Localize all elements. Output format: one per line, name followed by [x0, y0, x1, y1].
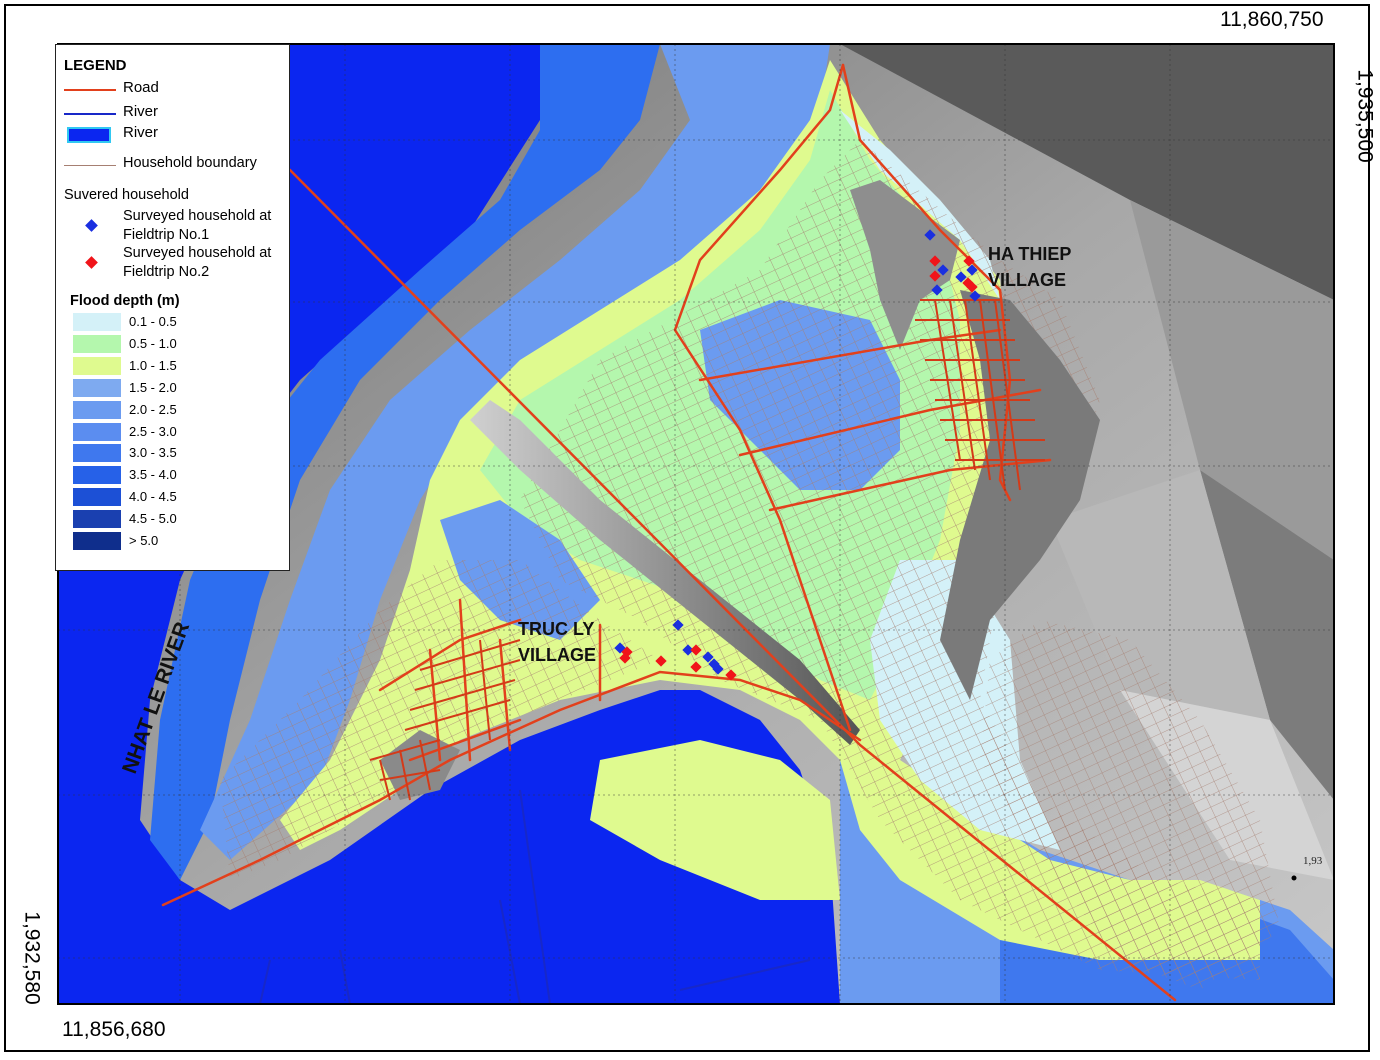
flood-class-row: 4.0 - 4.5 — [73, 488, 283, 507]
flood-class-swatch — [73, 400, 121, 419]
legend-title: LEGEND — [64, 57, 127, 74]
survey-section-title: Suvered household — [64, 187, 189, 203]
fieldtrip1-legend-symbol — [85, 219, 98, 232]
flood-class-row: 4.5 - 5.0 — [73, 510, 283, 529]
legend-river-poly-label: River — [123, 124, 159, 141]
legend-household: Household boundary — [56, 155, 289, 175]
coord-bottom-left: 11,856,680 — [62, 1018, 166, 1041]
legend-road-label: Road — [123, 79, 159, 96]
flood-class-swatch — [73, 356, 121, 375]
fieldtrip2-label-line2: Fieldtrip No.2 — [123, 264, 210, 280]
flood-class-label: 0.1 - 0.5 — [129, 314, 177, 329]
river-line-symbol — [64, 113, 116, 115]
fieldtrip2-label-line1: Surveyed household at — [123, 245, 272, 261]
flood-class-label: 1.0 - 1.5 — [129, 357, 177, 373]
flood-class-row: 0.5 - 1.0 — [73, 334, 283, 354]
coord-left-vertical: 1,932,580 — [20, 911, 44, 1005]
legend-panel: LEGEND Road River River Household bounda… — [55, 44, 290, 571]
flood-class-swatch — [73, 378, 121, 397]
fieldtrip1-label-line1: Surveyed household at — [123, 208, 272, 224]
flood-class-swatch — [73, 488, 121, 507]
flood-class-swatch — [73, 532, 121, 550]
coord-right-vertical: 1,935,500 — [1353, 69, 1377, 163]
flood-class-swatch — [73, 313, 121, 331]
legend-household-label: Household boundary — [123, 155, 257, 171]
flood-class-label: 3.5 - 4.0 — [129, 467, 177, 483]
flood-class-row: 1.5 - 2.0 — [73, 378, 283, 398]
flood-class-swatch — [73, 334, 121, 353]
river-polygon-symbol — [67, 127, 111, 143]
road-line-symbol — [64, 89, 116, 91]
flood-class-row: 1.0 - 1.5 — [73, 356, 283, 376]
flood-class-swatch — [73, 422, 121, 441]
legend-river-line-label: River — [123, 103, 159, 120]
household-line-symbol — [64, 165, 116, 166]
legend-road: Road — [56, 79, 289, 99]
flood-class-row: 0.1 - 0.5 — [73, 313, 283, 332]
flood-class-row: 2.5 - 3.0 — [73, 422, 283, 442]
flood-class-label: 2.5 - 3.0 — [129, 423, 177, 439]
flood-class-swatch — [73, 444, 121, 463]
flood-class-row: 2.0 - 2.5 — [73, 400, 283, 420]
flood-class-label: 3.0 - 3.5 — [129, 445, 177, 461]
flood-class-label: 2.0 - 2.5 — [129, 401, 177, 417]
flood-class-label: > 5.0 — [129, 533, 159, 548]
fieldtrip1-label-line2: Fieldtrip No.1 — [123, 227, 210, 243]
flood-class-label: 4.5 - 5.0 — [129, 511, 177, 527]
flood-class-label: 0.5 - 1.0 — [129, 335, 177, 351]
fieldtrip2-legend-symbol — [85, 256, 98, 269]
flood-map-page: HA THIEP VILLAGE TRUC LY VILLAGE NHAT LE… — [0, 0, 1380, 1060]
flood-depth-title: Flood depth (m) — [70, 293, 180, 309]
legend-river-line: River — [56, 103, 289, 123]
flood-class-swatch — [73, 510, 121, 529]
legend-river-poly: River — [56, 124, 289, 144]
flood-class-label: 1.5 - 2.0 — [129, 379, 177, 395]
coord-top-right: 11,860,750 — [1220, 8, 1324, 31]
flood-class-row: > 5.0 — [73, 532, 283, 551]
flood-class-row: 3.5 - 4.0 — [73, 466, 283, 485]
flood-class-row: 3.0 - 3.5 — [73, 444, 283, 463]
flood-class-label: 4.0 - 4.5 — [129, 489, 177, 505]
flood-class-swatch — [73, 466, 121, 485]
